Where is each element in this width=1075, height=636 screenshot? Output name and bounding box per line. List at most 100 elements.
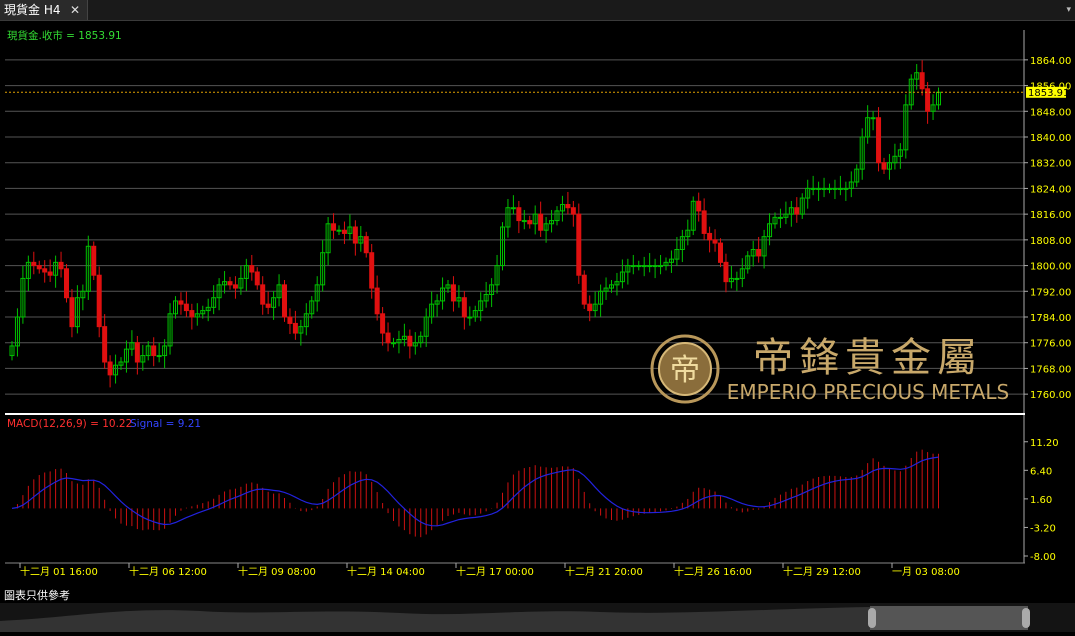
current-price-label: 1853.91 — [1028, 88, 1069, 99]
price-tick-label: 1784.00 — [1030, 313, 1071, 324]
scroll-navigator[interactable] — [0, 603, 1075, 632]
candle-body — [876, 117, 882, 164]
candle-body — [756, 249, 762, 257]
tab-bar: 現貨金 H4 ✕ ▾ — [0, 0, 1075, 21]
time-tick-label: 十二月 17 00:00 — [456, 565, 534, 578]
navigator-window — [870, 606, 1028, 630]
candle-body — [701, 210, 707, 234]
candle-body — [538, 213, 544, 231]
time-tick-label: 十二月 06 12:00 — [129, 565, 207, 578]
price-axis: 1864.001856.001848.001840.001832.001824.… — [1023, 30, 1071, 563]
candle-body — [658, 265, 664, 268]
candle-body — [821, 187, 827, 190]
macd-histogram — [16, 449, 939, 538]
time-tick-label: 十二月 21 20:00 — [565, 565, 643, 578]
price-panel-label: 現貨金.收市 = 1853.91 — [7, 29, 122, 42]
close-icon[interactable]: ✕ — [70, 0, 80, 20]
candle-body — [570, 207, 576, 215]
macd-label: MACD(12,26,9) = 10.22 — [7, 418, 132, 430]
candle-body — [832, 187, 838, 190]
time-tick-label: 十二月 14 04:00 — [347, 565, 425, 578]
navigator-handle-right[interactable] — [1022, 608, 1030, 628]
time-axis: 十二月 01 16:00 十二月 06 12:00 十二月 09 08:00 十二月 … — [19, 563, 960, 578]
candle-body — [816, 187, 822, 190]
tab-title: 現貨金 H4 — [4, 3, 61, 17]
candle-body — [641, 265, 647, 268]
candle-body — [652, 265, 658, 268]
candle-body — [47, 271, 53, 276]
price-tick-label: 1848.00 — [1030, 107, 1071, 118]
candle-body — [385, 332, 391, 344]
candle-body — [461, 297, 467, 318]
candle-body — [151, 345, 157, 357]
candle-body — [810, 187, 816, 190]
candle-body — [91, 245, 97, 276]
macd-axis: 11.20 6.40 1.60 -3.20 -8.00 — [1024, 438, 1059, 563]
candle-body — [450, 284, 456, 302]
candle-body — [837, 187, 843, 190]
footer-note: 圖表只供參考 — [4, 589, 70, 602]
candle-body — [576, 213, 582, 276]
candle-body — [341, 229, 347, 234]
candle-body — [369, 252, 375, 289]
chart-area[interactable]: 帝 帝鋒貴金屬 EMPERIO PRECIOUS METALS 1864.00 1… — [0, 21, 1075, 603]
candle-body — [232, 284, 238, 289]
candle-body — [581, 274, 587, 305]
candle-body — [254, 271, 260, 286]
navigator-svg — [0, 606, 1030, 632]
candle-body — [134, 342, 140, 363]
navigator-silhouette — [0, 607, 870, 632]
candle-body — [407, 335, 413, 347]
candle-body — [178, 300, 184, 305]
navigator-handle-left[interactable] — [868, 608, 876, 628]
candle-body — [870, 117, 876, 120]
candle-body — [183, 303, 189, 312]
signal-line — [11, 456, 939, 527]
candle-body — [64, 268, 69, 299]
candle-body — [636, 265, 642, 268]
candle-body — [58, 261, 64, 270]
candle-body — [36, 265, 42, 270]
signal-label: Signal = 9.21 — [130, 418, 201, 430]
watermark-logo-glyph: 帝 — [670, 353, 700, 388]
candle-body — [363, 236, 369, 254]
candle-body — [374, 287, 380, 315]
candle-body — [712, 239, 718, 244]
candle-body — [516, 207, 522, 222]
candle-body — [69, 297, 75, 328]
tab-spot-gold-h4[interactable]: 現貨金 H4 ✕ — [0, 0, 88, 20]
candle-body — [723, 261, 729, 283]
candle-body — [391, 342, 396, 345]
candle-body — [331, 223, 337, 231]
candle-body — [527, 220, 533, 225]
candle-body — [96, 274, 102, 328]
tab-menu-icon[interactable]: ▾ — [1066, 5, 1071, 15]
candle-body — [467, 316, 473, 319]
candle-body — [647, 265, 653, 268]
price-tick-label: 1824.00 — [1030, 184, 1071, 195]
candle-body — [227, 281, 233, 286]
candle-body — [881, 162, 887, 170]
macd-tick-label: 1.60 — [1030, 495, 1052, 506]
candle-body — [630, 265, 636, 268]
price-tick-label: 1808.00 — [1030, 236, 1071, 247]
candle-body — [260, 284, 266, 305]
time-tick-label: 十二月 01 16:00 — [20, 565, 98, 578]
candle-body — [380, 313, 386, 334]
candle-body — [156, 355, 162, 358]
candle-body — [707, 232, 713, 241]
candle-body — [827, 187, 832, 190]
watermark: 帝 帝鋒貴金屬 EMPERIO PRECIOUS METALS — [650, 334, 1009, 404]
watermark-en: EMPERIO PRECIOUS METALS — [727, 380, 1009, 404]
candle-body — [336, 229, 342, 232]
candle-body — [352, 226, 358, 244]
candle-body — [718, 242, 723, 263]
candle-body — [734, 277, 740, 280]
macd-tick-label: 11.20 — [1030, 438, 1059, 449]
time-tick-label: 十二月 26 16:00 — [674, 565, 752, 578]
price-tick-label: 1816.00 — [1030, 210, 1071, 221]
price-tick-label: 1760.00 — [1030, 390, 1071, 401]
candle-body — [919, 72, 925, 90]
candle-body — [510, 207, 516, 210]
candle-body — [292, 322, 298, 334]
